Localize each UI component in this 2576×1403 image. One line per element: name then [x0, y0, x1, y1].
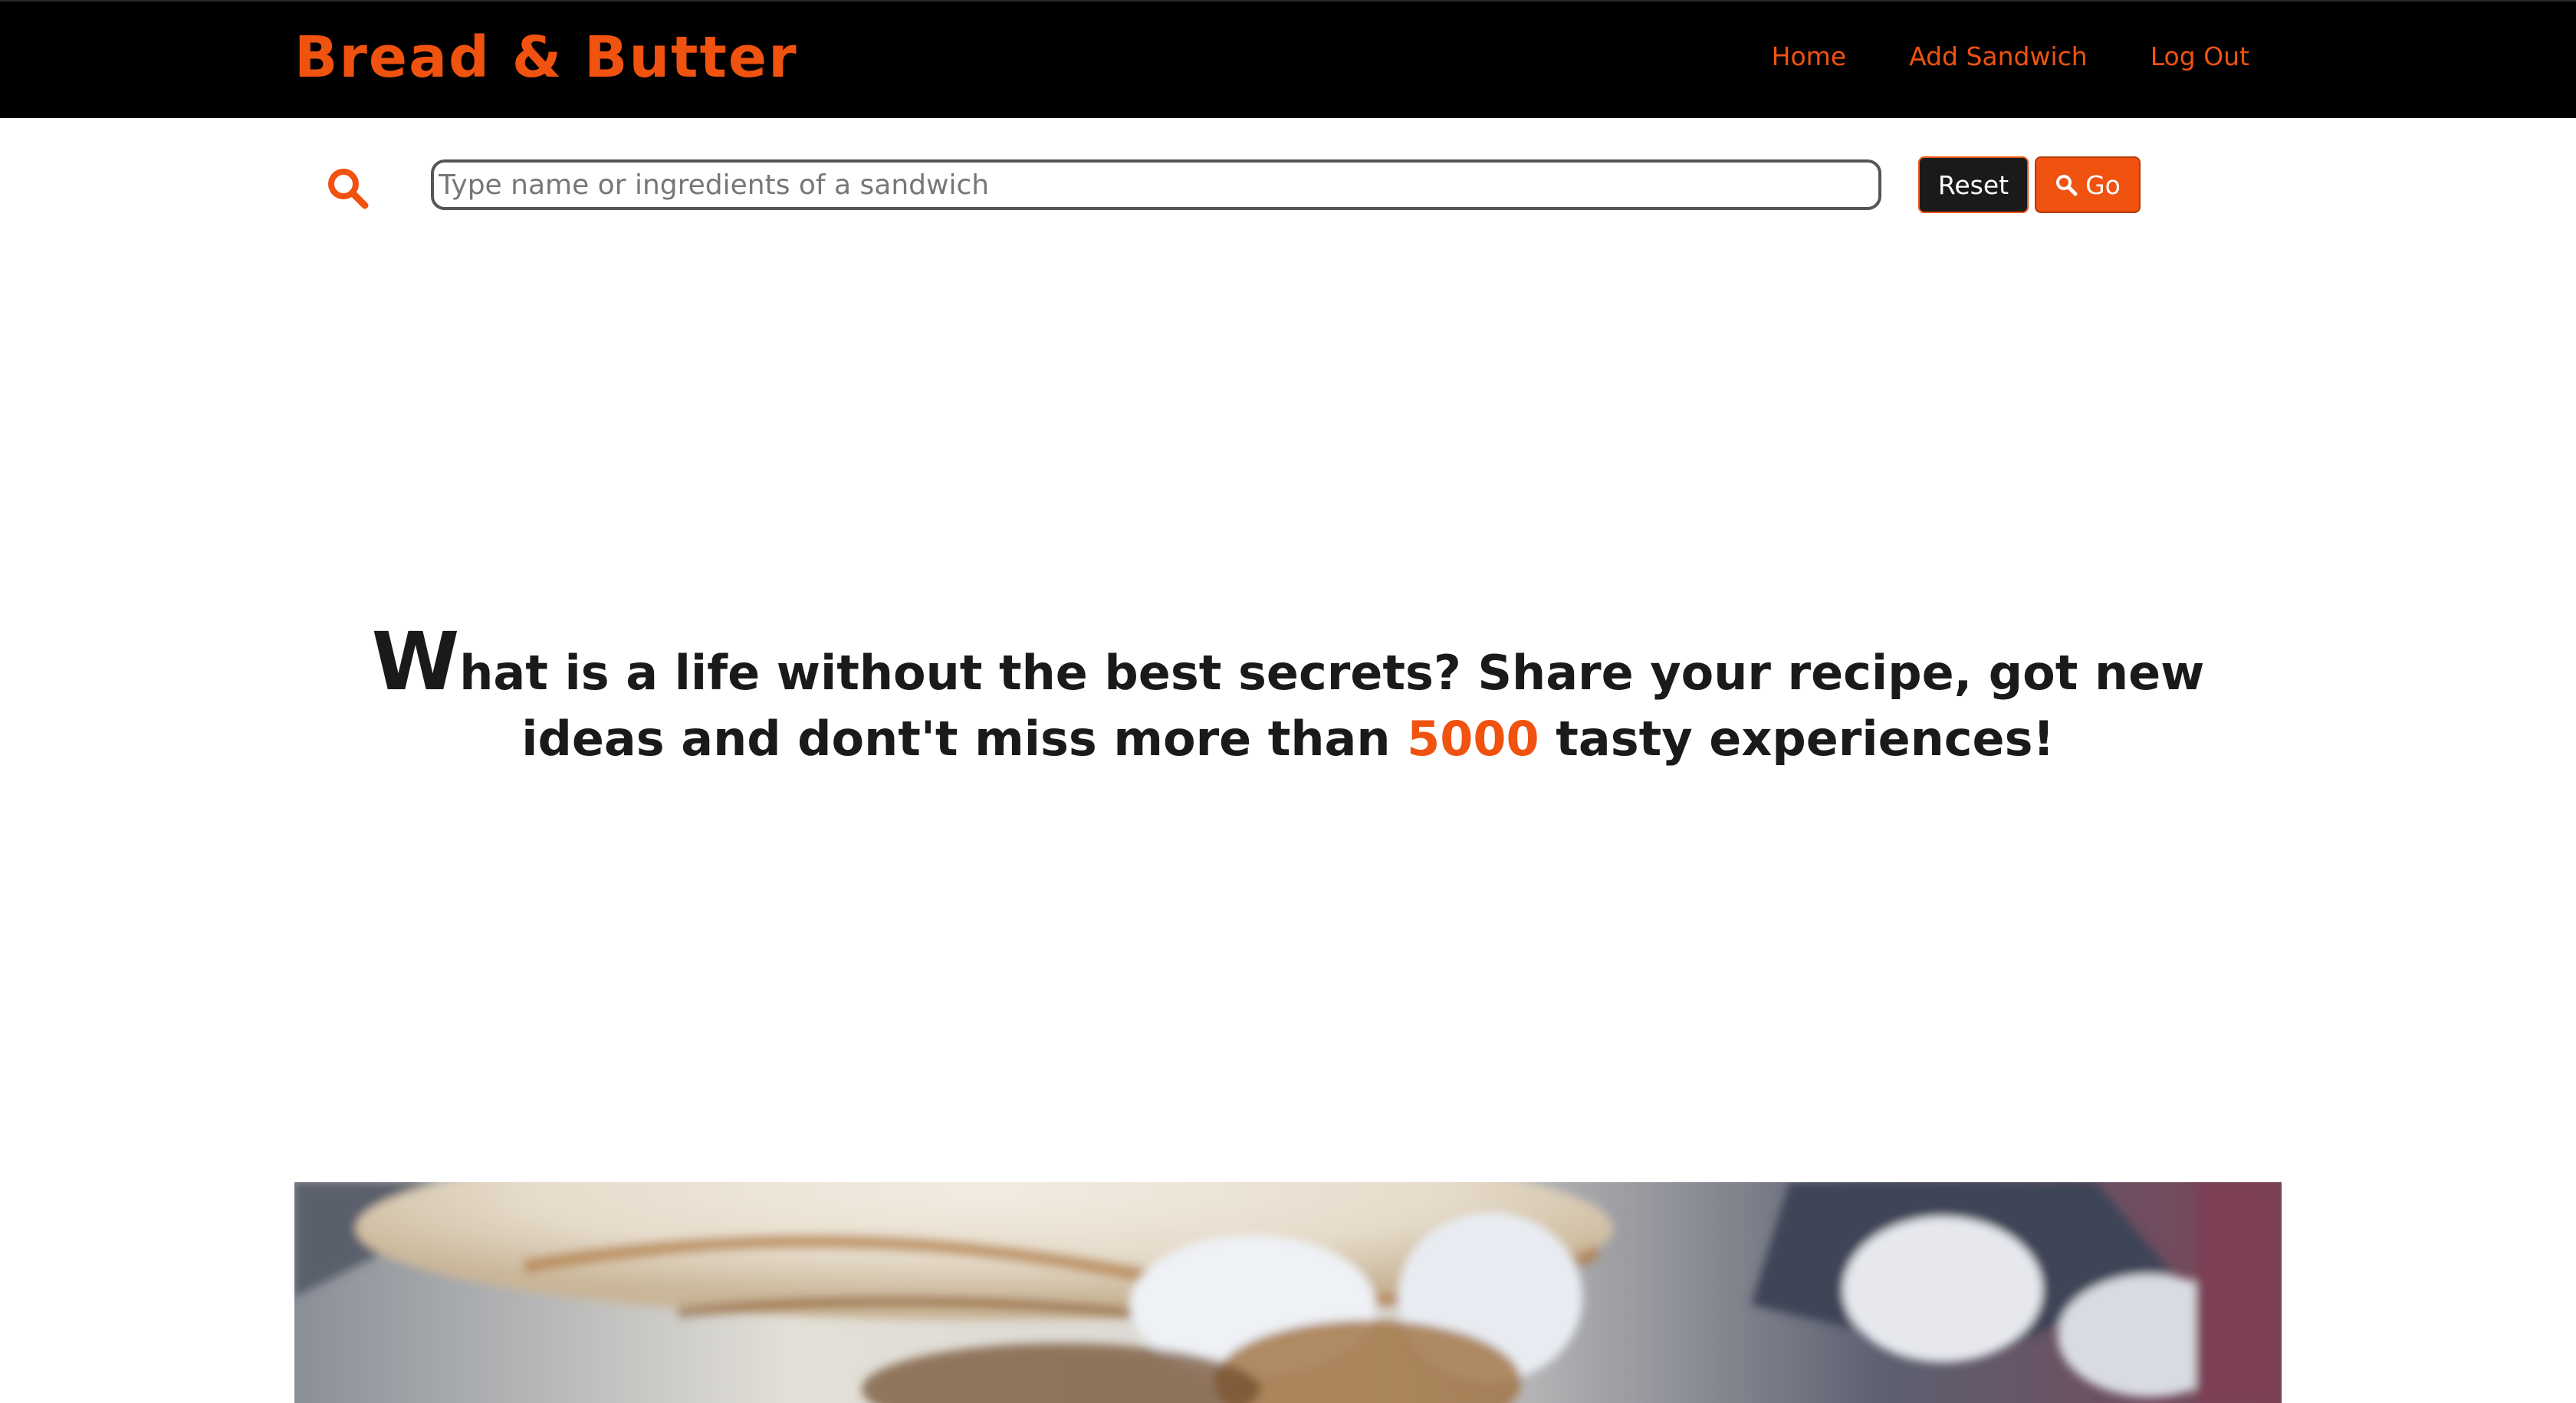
- sandwich-photo: [294, 1182, 2282, 1403]
- nav-link-log-out[interactable]: Log Out: [2150, 41, 2249, 71]
- brand-logo[interactable]: Bread & Butter: [294, 25, 798, 90]
- search-input[interactable]: [431, 159, 1881, 210]
- hero-tagline: What is a life without the best secrets?…: [294, 622, 2282, 772]
- hero-highlight-count: 5000: [1407, 711, 1539, 767]
- hero-text-end: tasty experiences!: [1539, 711, 2055, 767]
- nav-link-add-sandwich[interactable]: Add Sandwich: [1909, 41, 2088, 71]
- hero-dropcap: W: [371, 615, 460, 708]
- nav-links: Home Add Sandwich Log Out: [1772, 41, 2249, 71]
- search-icon: [328, 169, 369, 209]
- search-bar: Reset Go: [0, 118, 2576, 233]
- go-button-label: Go: [2085, 169, 2121, 200]
- reset-button[interactable]: Reset: [1918, 156, 2029, 213]
- nav-link-home[interactable]: Home: [1772, 41, 1846, 71]
- navbar: Bread & Butter Home Add Sandwich Log Out: [0, 0, 2576, 118]
- search-icon: [2056, 175, 2078, 196]
- go-button[interactable]: Go: [2035, 156, 2141, 213]
